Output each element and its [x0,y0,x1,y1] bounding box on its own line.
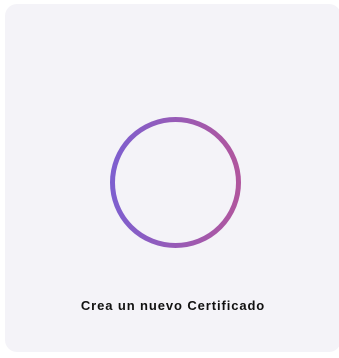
new-certificate-label: Crea un nuevo Certificado [80,298,266,313]
new-certificate-card[interactable]: Crea un nuevo Certificado [5,4,339,352]
add-circle-icon [110,117,241,248]
